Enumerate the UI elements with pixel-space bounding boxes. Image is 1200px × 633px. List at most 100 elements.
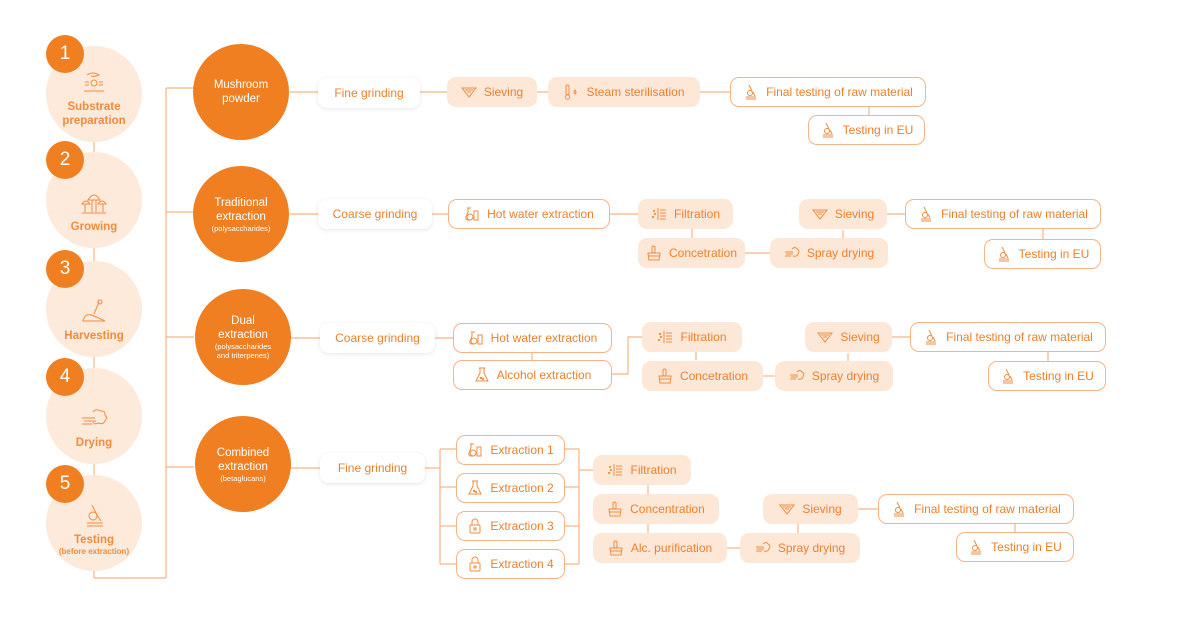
box-label: Concetration (679, 369, 749, 383)
microscope-icon (926, 329, 937, 345)
step-label: Growing (70, 221, 118, 233)
method-traditional-extraction[interactable]: Traditional extraction (polysaccharides) (193, 166, 289, 262)
microscope-icon (822, 122, 833, 138)
method-mushroom-powder[interactable]: Mushroom powder (193, 44, 289, 140)
box-label: Hot water extraction (490, 331, 598, 345)
method-dual-extraction[interactable]: Dual extraction (polysaccharides and tri… (195, 289, 291, 385)
box-label: Filtration (680, 330, 727, 344)
method-label-2: powder (222, 93, 260, 105)
microscope-icon (998, 246, 1009, 262)
method-label: Mushroom (213, 79, 269, 91)
box-label: Sieving (802, 502, 842, 516)
box-label: Final testing of raw material (914, 502, 1061, 516)
box-label: Testing in EU (1018, 247, 1090, 261)
step-number-badge: 3 (46, 250, 84, 288)
sieve-icon (460, 87, 477, 98)
flask-beaker-icon (465, 207, 479, 221)
row1-final-testing[interactable]: Final testing of raw material (730, 77, 926, 107)
box-label: Testing in EU (1023, 369, 1094, 383)
box-label: Fine grinding (334, 86, 404, 100)
box-label: Alcohol extraction (496, 368, 592, 382)
row4-testing-eu[interactable]: Testing in EU (956, 532, 1074, 562)
row3-filtration[interactable]: Filtration (642, 322, 742, 352)
filter-icon (651, 208, 666, 220)
row4-extraction-4[interactable]: Extraction 4 (456, 549, 565, 579)
step-label: Drying (75, 437, 113, 449)
row4-fine-grinding[interactable]: Fine grinding (320, 453, 425, 483)
filter-icon (608, 464, 623, 476)
method-sublabel: (betaglucans) (220, 473, 266, 483)
spray-icon (784, 247, 800, 257)
row4-extraction-1[interactable]: Extraction 1 (456, 435, 565, 465)
microscope-icon (87, 504, 103, 527)
concentration-pot-icon (658, 368, 672, 384)
box-label: Extraction 1 (490, 443, 554, 457)
box-label: Sieving (834, 207, 875, 221)
box-label: Spray drying (811, 369, 880, 383)
row3-concentration[interactable]: Concetration (642, 361, 763, 391)
step-sublabel: (before extraction) (58, 547, 130, 556)
box-label: Spray drying (777, 541, 846, 555)
row4-filtration[interactable]: Filtration (593, 455, 691, 485)
sieve-icon (779, 504, 796, 515)
row2-sieving[interactable]: Sieving (799, 199, 887, 229)
box-label: Concentration (630, 502, 705, 516)
box-label: Testing in EU (991, 540, 1062, 554)
sieve-icon (811, 209, 828, 220)
row4-extraction-3[interactable]: Extraction 3 (456, 511, 565, 541)
row1-sieving[interactable]: Sieving (447, 77, 537, 107)
method-label-2: extraction (216, 210, 266, 223)
row3-testing-eu[interactable]: Testing in EU (988, 361, 1106, 391)
row3-alcohol-extraction[interactable]: Alcohol extraction (453, 360, 612, 390)
row4-sieving[interactable]: Sieving (763, 494, 858, 524)
step-number-badge: 1 (46, 35, 84, 73)
row3-sieving[interactable]: Sieving (805, 322, 892, 352)
lock-icon (469, 518, 481, 534)
lock-icon (469, 556, 481, 572)
concentration-pot-icon (608, 501, 622, 517)
row2-final-testing[interactable]: Final testing of raw material (905, 199, 1101, 229)
method-label-2: extraction (218, 460, 268, 473)
row2-coarse-grinding[interactable]: Coarse grinding (318, 199, 432, 229)
row2-hot-water-extraction[interactable]: Hot water extraction (448, 199, 610, 229)
method-sublabel: (polysaccharides) (211, 223, 271, 233)
box-label: Coarse grinding (332, 207, 418, 221)
flask-beaker-icon (468, 331, 483, 345)
row4-final-testing[interactable]: Final testing of raw material (878, 494, 1074, 524)
flask-icon (474, 367, 489, 382)
row3-final-testing[interactable]: Final testing of raw material (910, 322, 1106, 352)
row2-filtration[interactable]: Filtration (638, 199, 733, 229)
row2-spray-drying[interactable]: Spray drying (770, 238, 888, 268)
box-label: Sieving (483, 85, 524, 99)
method-sublabel-2: and triterpenes) (216, 351, 270, 360)
row4-alc-purification[interactable]: Alc. purification (593, 533, 727, 563)
row2-concentration[interactable]: Concetration (638, 238, 745, 268)
box-label: Final testing of raw material (941, 207, 1088, 221)
box-label: Spray drying (806, 246, 875, 260)
box-label: Fine grinding (337, 461, 408, 475)
box-label: Extraction 2 (490, 481, 554, 495)
row2-testing-eu[interactable]: Testing in EU (984, 239, 1101, 269)
method-label-2: extraction (218, 329, 268, 341)
row1-testing-eu[interactable]: Testing in EU (808, 115, 925, 145)
microscope-icon (971, 539, 982, 555)
method-combined-extraction[interactable]: Combined extraction (betaglucans) (195, 416, 291, 512)
row1-fine-grinding[interactable]: Fine grinding (318, 78, 420, 108)
box-label: Extraction 4 (490, 557, 554, 571)
row1-steam-sterilisation[interactable]: Steam sterilisation (548, 77, 700, 107)
spray-icon (789, 370, 805, 380)
method-sublabel: (polysaccharides (214, 342, 272, 351)
microscope-icon (1003, 368, 1014, 384)
box-label: Concetration (668, 246, 738, 260)
box-label: Sieving (840, 330, 880, 344)
shovel-icon (82, 299, 106, 322)
substrate-icon (84, 72, 104, 92)
row3-spray-drying[interactable]: Spray drying (775, 361, 893, 391)
row4-extraction-2[interactable]: Extraction 2 (456, 473, 565, 503)
row3-hot-water-extraction[interactable]: Hot water extraction (453, 323, 612, 353)
row4-concentration[interactable]: Concentration (593, 494, 719, 524)
row4-spray-drying[interactable]: Spray drying (740, 533, 860, 563)
step-label: Substrate (67, 101, 121, 113)
box-label: Extraction 3 (490, 519, 554, 533)
row3-coarse-grinding[interactable]: Coarse grinding (320, 323, 435, 353)
